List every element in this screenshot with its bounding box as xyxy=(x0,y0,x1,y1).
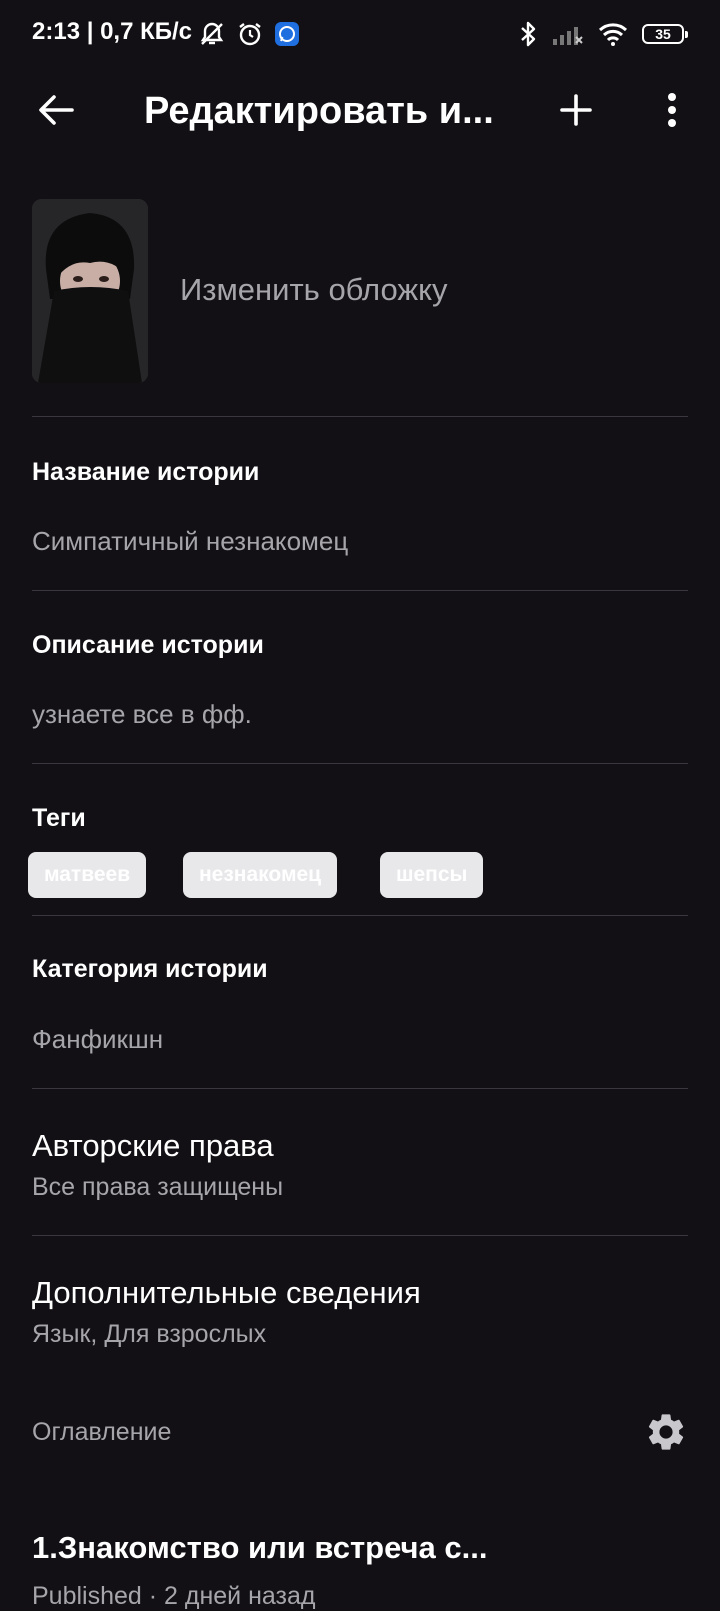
page-title: Редактировать и... xyxy=(144,90,494,132)
more-vertical-icon xyxy=(668,93,676,127)
story-title-label: Название истории xyxy=(32,458,260,486)
add-part-button[interactable] xyxy=(552,86,600,134)
status-time: 2:13 | 0,7 КБ/с xyxy=(32,18,193,45)
divider xyxy=(32,590,688,591)
table-of-contents-label: Оглавление xyxy=(32,1418,172,1446)
divider xyxy=(32,1235,688,1236)
plus-icon xyxy=(560,94,592,126)
part-title: 1.Знакомство или встреча с... xyxy=(32,1530,488,1565)
signal-icon xyxy=(553,27,583,45)
gear-icon xyxy=(648,1414,684,1450)
story-description-label: Описание истории xyxy=(32,631,264,659)
mute-notifications-icon xyxy=(200,22,224,45)
toolbar: Редактировать и... xyxy=(0,72,720,152)
copyright-value: Все права защищены xyxy=(32,1173,284,1201)
more-options-button[interactable] xyxy=(648,86,696,134)
story-title-field[interactable]: Симпатичный незнакомец xyxy=(32,526,348,557)
story-description-field[interactable]: узнаете все в фф. xyxy=(32,699,252,730)
divider xyxy=(32,763,688,764)
bluetooth-icon xyxy=(521,21,536,47)
alarm-icon xyxy=(239,23,261,46)
back-button[interactable] xyxy=(32,86,80,134)
additional-details-value: Язык, Для взрослых xyxy=(32,1320,267,1348)
divider xyxy=(32,915,688,916)
cover-image[interactable] xyxy=(32,199,148,383)
change-cover-button[interactable]: Изменить обложку xyxy=(180,272,448,308)
battery-icon: 35 xyxy=(642,24,688,44)
divider xyxy=(32,416,688,417)
whatsapp-icon xyxy=(275,22,299,46)
category-field[interactable]: Фанфикшн xyxy=(32,1024,163,1055)
copyright-label: Авторские права xyxy=(32,1128,274,1163)
status-left-icons xyxy=(198,20,300,48)
category-label: Категория истории xyxy=(32,955,268,983)
divider xyxy=(32,1088,688,1089)
back-arrow-icon xyxy=(39,95,74,125)
additional-details-label: Дополнительные сведения xyxy=(32,1275,421,1310)
cover-photo xyxy=(32,199,148,383)
status-bar: 2:13 | 0,7 КБ/с 35 xyxy=(0,0,720,72)
wifi-icon xyxy=(598,23,628,46)
tag-chip[interactable]: шепсы xyxy=(380,852,484,898)
part-status: Published · 2 дней назад xyxy=(32,1582,316,1610)
tags-label: Теги xyxy=(32,804,86,832)
battery-level: 35 xyxy=(655,26,671,42)
tag-chip[interactable]: незнакомец xyxy=(183,852,338,898)
tag-chip[interactable]: матвеев xyxy=(28,852,147,898)
status-right-icons: 35 xyxy=(518,20,688,48)
toc-settings-button[interactable] xyxy=(644,1410,692,1458)
